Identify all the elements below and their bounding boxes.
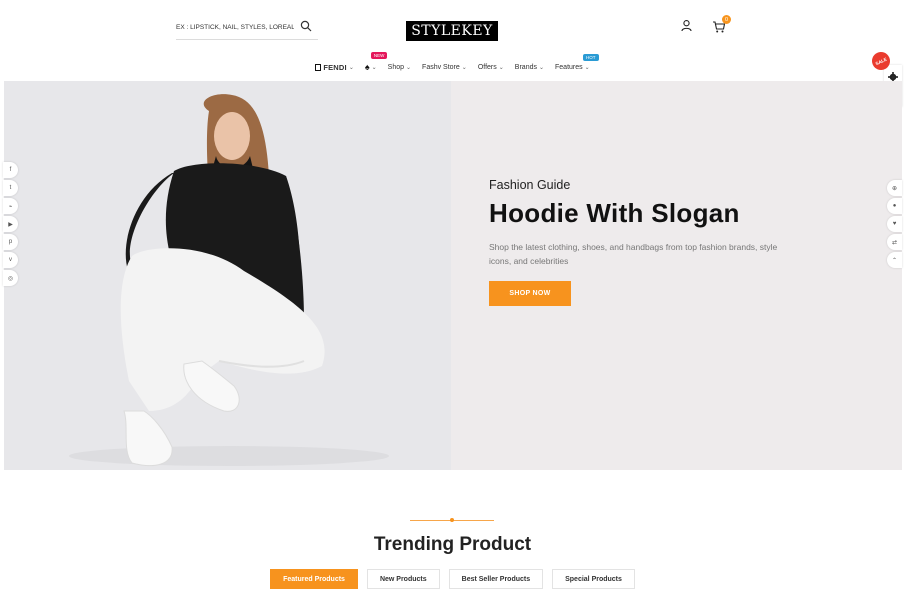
cart-icon[interactable]: ⊕ — [887, 180, 902, 196]
section-title: Trending Product — [373, 534, 532, 555]
nav-item-offers[interactable]: Offers ⌄ — [478, 64, 504, 71]
spade-icon: ♠ — [364, 62, 370, 72]
facebook-icon[interactable]: f — [3, 162, 18, 178]
rss-icon[interactable]: ⌁ — [3, 198, 18, 214]
tab-best-seller-products[interactable]: Best Seller Products — [448, 569, 544, 589]
chevron-down-icon: ⌄ — [461, 64, 467, 71]
hero-subtitle: Fashion Guide — [489, 178, 571, 192]
hero-description: Shop the latest clothing, shoes, and han… — [489, 242, 778, 266]
cart-button[interactable]: 0 — [712, 15, 732, 35]
chevron-down-icon: ⌄ — [348, 64, 354, 71]
user-icon[interactable]: ● — [887, 198, 902, 214]
twitter-icon[interactable]: t — [3, 180, 18, 196]
hero-content: Fashion Guide Hoodie With Slogan Shop th… — [489, 178, 779, 306]
instagram-icon[interactable]: ◎ — [3, 270, 18, 286]
social-sidebar: f t ⌁ ▶ p v ◎ — [3, 162, 19, 286]
new-badge: NEW — [370, 52, 388, 59]
arrow-up-icon[interactable]: ⌃ — [887, 252, 902, 268]
search-icon[interactable] — [300, 20, 312, 32]
heart-icon[interactable]: ♥ — [887, 216, 902, 232]
cart-count-badge: 0 — [722, 15, 731, 24]
fendi-logo-icon — [315, 63, 322, 71]
nav-item-label: Offers — [477, 63, 497, 71]
tab-new-products[interactable]: New Products — [366, 569, 440, 589]
nav-item-label: Fashv Store — [422, 63, 460, 71]
pinterest-icon[interactable]: p — [3, 234, 18, 250]
quick-actions-sidebar: ⊕ ● ♥ ⇄ ⌃ — [887, 180, 902, 268]
divider-dot — [450, 518, 454, 522]
nav-item-brands[interactable]: Brands ⌄ — [515, 64, 544, 71]
hot-badge: HOT — [583, 53, 599, 61]
search-bar — [176, 16, 318, 40]
chevron-down-icon: ⌄ — [584, 64, 590, 71]
chevron-down-icon: ⌄ — [371, 64, 377, 71]
vimeo-icon[interactable]: v — [3, 252, 18, 268]
compare-icon[interactable]: ⇄ — [887, 234, 902, 250]
nav-item-shop[interactable]: Shop ⌄ — [388, 64, 411, 71]
product-tabs: Featured Products New Products Best Sell… — [0, 569, 905, 589]
nav-item-label: FENDI — [323, 62, 347, 72]
nav-item-fashv-store[interactable]: Fashv Store ⌄ — [422, 64, 467, 71]
tab-featured-products[interactable]: Featured Products — [270, 569, 358, 589]
hero-model-image — [4, 81, 451, 470]
user-icon[interactable] — [680, 19, 693, 32]
hero-title: Hoodie With Slogan — [489, 198, 740, 228]
nav-item-features[interactable]: HOT Features ⌄ — [555, 53, 599, 71]
shop-now-button[interactable]: SHOP NOW — [489, 281, 571, 306]
chevron-down-icon: ⌄ — [406, 64, 412, 71]
chevron-down-icon: ⌄ — [498, 64, 504, 71]
main-nav: FENDI ⌄ NEW ♠ ⌄ Shop ⌄ Fashv Store ⌄ Off… — [0, 52, 905, 76]
tab-special-products[interactable]: Special Products — [552, 569, 635, 589]
youtube-icon[interactable]: ▶ — [3, 216, 18, 232]
chevron-down-icon: ⌄ — [538, 64, 545, 71]
nav-item-fendi[interactable]: FENDI ⌄ — [315, 63, 354, 72]
search-input[interactable] — [176, 24, 294, 31]
site-logo[interactable]: STYLEKEY — [406, 21, 498, 41]
nav-item-label: Brands — [514, 63, 537, 71]
nav-item-label: Features — [555, 63, 583, 71]
hero-banner: Fashion Guide Hoodie With Slogan Shop th… — [4, 81, 902, 470]
nav-item-spade[interactable]: NEW ♠ ⌄ — [364, 52, 388, 72]
nav-item-label: Shop — [387, 63, 405, 71]
